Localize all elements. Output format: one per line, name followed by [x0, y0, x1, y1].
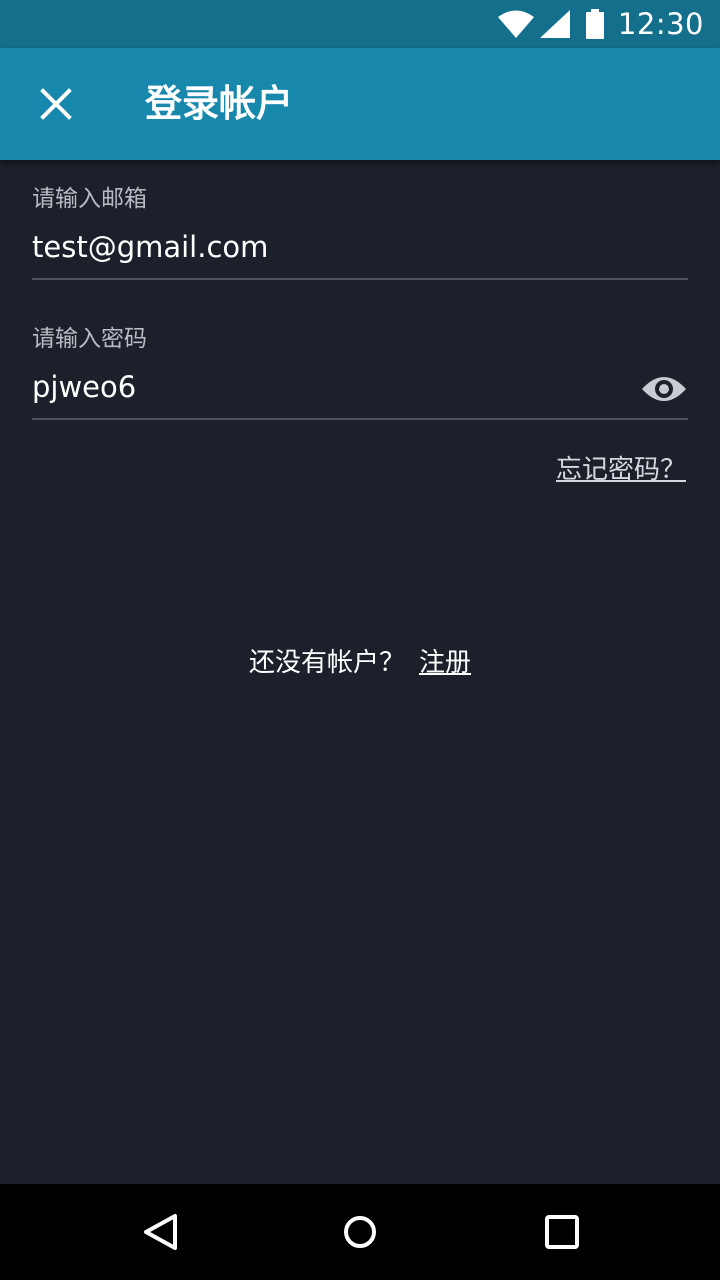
signal-icon: [539, 10, 570, 38]
close-icon: [40, 88, 72, 120]
password-visibility-toggle[interactable]: [640, 358, 688, 420]
status-bar: 12:30: [0, 0, 720, 48]
status-icons: 12:30: [497, 0, 704, 48]
signup-link[interactable]: 注册: [419, 648, 471, 678]
status-time: 12:30: [617, 7, 704, 41]
back-button[interactable]: [112, 1184, 208, 1280]
recents-button[interactable]: [514, 1184, 610, 1280]
home-icon: [344, 1216, 376, 1248]
eye-icon: [642, 377, 686, 401]
signup-row: 还没有帐户？ 注册: [0, 642, 720, 679]
password-field: 请输入密码: [32, 322, 688, 420]
app-bar: 登录帐户: [0, 48, 720, 160]
password-underline: [32, 418, 688, 420]
email-field: 请输入邮箱: [32, 182, 688, 280]
page-title: 登录帐户: [145, 82, 293, 125]
recents-icon: [545, 1215, 579, 1249]
home-button[interactable]: [312, 1184, 408, 1280]
navigation-bar: [0, 1184, 720, 1280]
password-input[interactable]: [32, 356, 688, 418]
battery-icon: [585, 9, 604, 39]
email-label: 请输入邮箱: [32, 186, 147, 212]
close-button[interactable]: [24, 72, 88, 136]
email-underline: [32, 278, 688, 280]
signup-prompt: 还没有帐户？: [248, 648, 405, 678]
password-label: 请输入密码: [32, 326, 147, 352]
back-icon: [144, 1214, 177, 1250]
email-input[interactable]: [32, 216, 688, 278]
forgot-password-link[interactable]: 忘记密码？: [556, 449, 686, 486]
wifi-icon: [497, 10, 534, 38]
